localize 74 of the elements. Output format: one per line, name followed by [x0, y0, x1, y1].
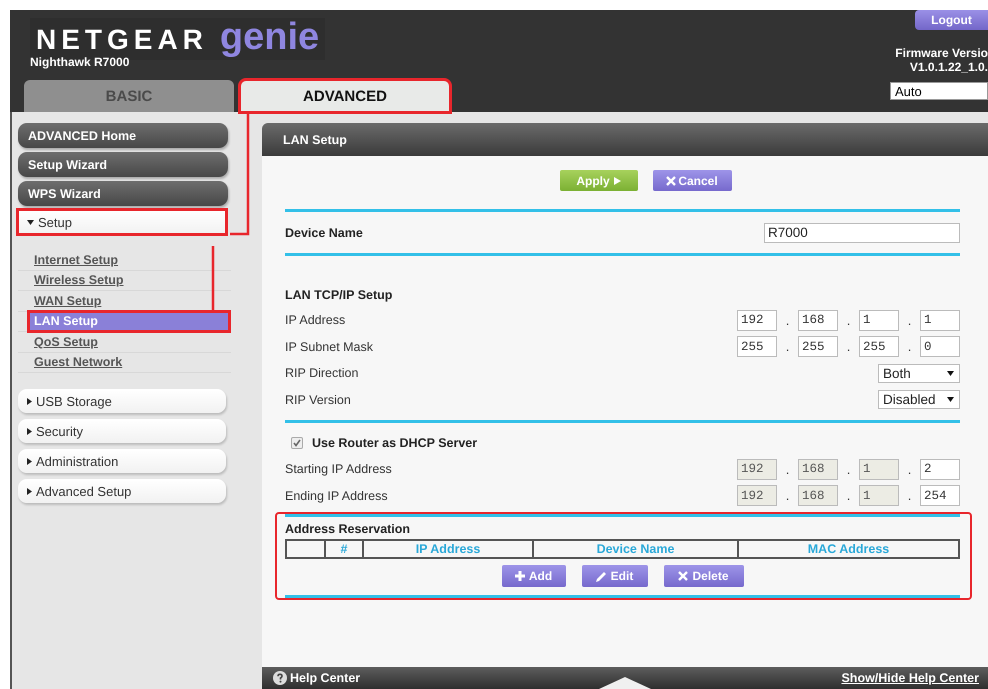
brand-logo: NETGEAR	[36, 24, 208, 56]
firmware-label: Firmware Versio	[895, 46, 988, 60]
help-icon	[273, 671, 287, 685]
column-header: Device Name	[533, 540, 738, 558]
logout-button[interactable]: Logout	[915, 10, 988, 30]
language-select[interactable]: Auto	[890, 82, 988, 100]
field-label: Device Name	[285, 226, 363, 240]
submenu-link[interactable]: Internet Setup	[34, 252, 118, 267]
field-label: Starting IP Address	[285, 462, 392, 476]
expand-arrow-icon[interactable]	[599, 677, 651, 689]
menu-section[interactable]: Administration	[18, 449, 226, 473]
panel-title: LAN Setup	[262, 123, 988, 156]
octet-field[interactable]: 168	[798, 310, 838, 331]
menu-section[interactable]: USB Storage	[18, 389, 226, 413]
dot-separator: .	[906, 462, 912, 477]
menu-section[interactable]: Setup	[18, 210, 226, 234]
cancel-button[interactable]: Cancel	[652, 170, 732, 191]
dot-separator: .	[846, 339, 852, 354]
octet-field[interactable]: 255	[859, 336, 899, 358]
submenu-link[interactable]: Wireless Setup	[34, 273, 124, 288]
close-icon	[678, 571, 688, 581]
dot-separator: .	[906, 488, 912, 504]
column-header: IP Address	[363, 540, 533, 558]
octet-field[interactable]: 0	[920, 336, 960, 358]
pencil-icon	[596, 570, 607, 582]
menu-section[interactable]: Advanced Setup	[18, 479, 226, 503]
plus-icon	[514, 571, 525, 581]
dot-separator: .	[784, 339, 790, 354]
field-label: RIP Direction	[285, 366, 358, 380]
field-label: IP Subnet Mask	[285, 340, 374, 354]
help-center-label: Help Center	[290, 671, 360, 685]
firmware-version: V1.0.1.22_1.0.	[908, 60, 988, 74]
checkbox[interactable]	[291, 437, 303, 449]
octet-field[interactable]: 1	[859, 310, 899, 331]
menu-button[interactable]: ADVANCED Home	[18, 123, 228, 148]
play-icon	[614, 176, 621, 184]
dropdown[interactable]: Both	[878, 364, 960, 383]
menu-button[interactable]: WPS Wizard	[18, 181, 228, 206]
dot-separator: .	[846, 312, 852, 328]
field-label: RIP Version	[285, 392, 351, 407]
dropdown[interactable]: Disabled	[878, 390, 960, 410]
menu-section[interactable]: Security	[18, 419, 226, 443]
dot-separator: .	[906, 339, 912, 354]
checkbox-label: Use Router as DHCP Server	[312, 436, 478, 450]
dot-separator: .	[784, 312, 790, 328]
dot-separator: .	[784, 462, 790, 477]
octet-field[interactable]: 2	[920, 458, 960, 480]
dot-separator: .	[784, 488, 790, 504]
toggle-help-link[interactable]: Show/Hide Help Center	[841, 671, 979, 685]
dot-separator: .	[846, 462, 852, 477]
close-icon	[666, 176, 676, 186]
octet-field[interactable]: 255	[737, 336, 777, 358]
model-name: Nighthawk R7000	[30, 55, 130, 69]
device-name-field[interactable]: R7000	[764, 222, 960, 242]
dropdown-arrow-icon	[947, 370, 954, 376]
submenu-link[interactable]: WAN Setup	[34, 294, 102, 308]
submenu-link[interactable]: Guest Network	[34, 355, 122, 370]
menu-button[interactable]: Setup Wizard	[18, 152, 228, 177]
nav-tab[interactable]: ADVANCED	[240, 80, 450, 112]
field-label: IP Address	[285, 313, 346, 328]
section-title: LAN TCP/IP Setup	[285, 288, 392, 302]
field-label: Ending IP Address	[285, 488, 388, 503]
dot-separator: .	[906, 312, 912, 328]
octet-field[interactable]: 254	[920, 485, 960, 506]
column-header: #	[325, 540, 363, 558]
column-header: MAC Address	[738, 540, 959, 558]
section-title: Address Reservation	[285, 521, 412, 536]
submenu-link[interactable]: QoS Setup	[34, 334, 98, 349]
octet-field[interactable]: 192	[737, 310, 777, 331]
octet-field[interactable]: 255	[798, 336, 838, 358]
product-logo: genie	[220, 18, 320, 56]
dropdown-arrow-icon	[947, 397, 954, 402]
dot-separator: .	[846, 488, 852, 504]
octet-field[interactable]: 1	[920, 310, 960, 331]
